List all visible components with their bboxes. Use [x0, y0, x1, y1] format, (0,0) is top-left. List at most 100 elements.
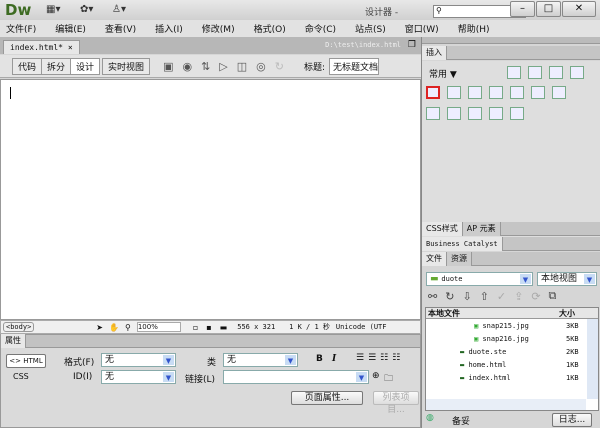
validate-icon[interactable]: ◎ — [256, 60, 266, 73]
restore-icon[interactable]: ❐ — [408, 40, 416, 50]
refresh-icon[interactable]: ↻ — [275, 60, 284, 73]
expand-icon[interactable]: ⧉ — [549, 289, 557, 303]
menu-format[interactable]: 格式(O) — [254, 22, 286, 35]
workspace-switcher[interactable]: 设计器 - — [365, 5, 398, 18]
css-mode-button[interactable]: CSS — [13, 372, 29, 381]
file-management-icon[interactable]: ⇅ — [201, 60, 210, 73]
tag-chooser-icon[interactable] — [510, 107, 524, 120]
zoom-tool-icon[interactable]: ⚲ — [125, 323, 131, 332]
menu-site[interactable]: 站点(S) — [355, 22, 386, 35]
view-select[interactable]: 本地视图 ▼ — [537, 272, 597, 286]
close-button[interactable]: ✕ — [562, 1, 596, 17]
head-icon[interactable] — [447, 107, 461, 120]
image-icon[interactable] — [468, 86, 482, 99]
select-tool-icon[interactable]: ➤ — [96, 323, 103, 332]
connect-icon[interactable]: ⚯ — [428, 290, 437, 303]
visual-aids-icon[interactable]: ◫ — [237, 60, 247, 73]
get-files-icon[interactable]: ⇩ — [462, 290, 471, 303]
sync-icon[interactable]: ⟳ — [531, 290, 540, 303]
named-anchor-icon[interactable] — [549, 66, 563, 79]
close-tab-icon[interactable]: × — [68, 43, 73, 52]
list-item-button[interactable]: 列表项目... — [373, 391, 419, 415]
panel-collapse-bar[interactable] — [422, 37, 600, 44]
desktop-size-icon[interactable]: ▬ — [220, 323, 228, 332]
minimize-button[interactable]: – — [510, 1, 535, 17]
menu-modify[interactable]: 修改(M) — [202, 22, 235, 35]
document-tab[interactable]: index.html* × — [3, 40, 80, 54]
menu-insert[interactable]: 插入(I) — [155, 22, 183, 35]
horizontal-scrollbar[interactable] — [426, 399, 586, 410]
comment-icon[interactable] — [426, 107, 440, 120]
templates-icon[interactable] — [489, 107, 503, 120]
refresh-icon[interactable]: ↻ — [445, 290, 454, 303]
multiscreen-icon[interactable]: ▣ — [163, 60, 173, 73]
live-view-button[interactable]: 实时视图 — [102, 57, 151, 75]
file-row[interactable]: ▬ index.html 1KB — [460, 372, 584, 384]
title-input[interactable]: 无标题文档 — [329, 57, 380, 75]
page-properties-button[interactable]: 页面属性... — [291, 391, 363, 405]
vertical-scrollbar[interactable] — [587, 319, 598, 399]
menu-commands[interactable]: 命令(C) — [305, 22, 336, 35]
col-size[interactable]: 大小 — [559, 308, 575, 319]
files-tab[interactable]: 文件 — [422, 251, 447, 266]
ap-elements-tab[interactable]: AP 元素 — [462, 221, 501, 236]
zoom-select[interactable]: 100% — [136, 322, 181, 332]
list-buttons[interactable]: ☰☰☷☷ — [356, 353, 404, 363]
menu-edit[interactable]: 编辑(E) — [55, 22, 86, 35]
layout-icon[interactable]: ▦▾ — [46, 4, 60, 15]
code-view-button[interactable]: 代码 — [12, 57, 43, 75]
media-icon[interactable] — [489, 86, 503, 99]
browse-folder-icon[interactable]: 🗀 — [384, 371, 393, 387]
properties-tab[interactable]: 属性 — [1, 334, 26, 348]
file-row[interactable]: ▬ home.html 1KB — [460, 359, 584, 371]
horizontal-rule-icon[interactable] — [570, 66, 584, 79]
script-icon[interactable] — [468, 107, 482, 120]
file-row[interactable]: ▬ duote.ste 2KB — [460, 346, 584, 358]
insert-tab[interactable]: 插入 — [422, 45, 447, 60]
maximize-button[interactable]: □ — [536, 1, 561, 17]
assets-tab[interactable]: 资源 — [447, 251, 472, 266]
format-select[interactable]: 无 ▼ — [101, 353, 176, 367]
tag-selector[interactable]: <body> — [3, 322, 35, 332]
id-select[interactable]: 无 ▼ — [101, 370, 176, 384]
extend-gear-icon[interactable]: ✿▾ — [80, 4, 93, 15]
class-select[interactable]: 无 ▼ — [223, 353, 298, 367]
menu-window[interactable]: 窗口(W) — [405, 22, 439, 35]
log-button[interactable]: 日志... — [552, 413, 592, 427]
tablet-size-icon[interactable]: ▪ — [206, 323, 211, 332]
hyperlink-icon[interactable] — [507, 66, 521, 79]
widget-icon[interactable] — [510, 86, 524, 99]
bold-button[interactable]: B — [316, 354, 323, 364]
menu-help[interactable]: 帮助(H) — [458, 22, 490, 35]
email-link-icon[interactable] — [528, 66, 542, 79]
put-files-icon[interactable]: ⇧ — [480, 290, 489, 303]
server-include-icon[interactable] — [552, 86, 566, 99]
mobile-size-icon[interactable]: ▫ — [193, 323, 198, 332]
design-view-button[interactable]: 设计 — [70, 57, 101, 75]
checkin-icon[interactable]: ⇪ — [514, 290, 523, 303]
menu-view[interactable]: 查看(V) — [105, 22, 136, 35]
site-icon[interactable]: ♙▾ — [112, 4, 126, 15]
file-row[interactable]: ▣ snap216.jpg 5KB — [474, 333, 584, 345]
link-input[interactable]: ▼ — [223, 370, 369, 384]
checkout-icon[interactable]: ✓ — [497, 290, 506, 303]
preview-browser-icon[interactable]: ◉ — [182, 60, 192, 73]
site-select[interactable]: ▬ duote ▼ — [426, 272, 533, 286]
inspect-icon[interactable]: ▷ — [219, 60, 227, 73]
point-to-file-icon[interactable]: ⊕ — [372, 371, 380, 381]
category-select[interactable]: 常用 ▼ — [429, 67, 457, 80]
business-catalyst-tab[interactable]: Business Catalyst — [422, 236, 503, 251]
date-icon[interactable] — [531, 86, 545, 99]
design-view[interactable] — [0, 79, 421, 320]
css-styles-tab[interactable]: CSS样式 — [422, 221, 463, 236]
hand-tool-icon[interactable]: ✋ — [109, 323, 119, 332]
file-row[interactable]: ▣ snap215.jpg 3KB — [474, 320, 584, 332]
div-icon[interactable] — [447, 86, 461, 99]
split-view-button[interactable]: 拆分 — [41, 57, 72, 75]
table-icon[interactable] — [426, 86, 440, 99]
italic-button[interactable]: I — [332, 354, 336, 364]
menu-file[interactable]: 文件(F) — [6, 22, 36, 35]
col-local-files[interactable]: 本地文件 — [428, 308, 460, 319]
html-mode-button[interactable]: <> HTML — [6, 354, 46, 368]
window-size[interactable]: 556 x 321 — [237, 323, 275, 331]
